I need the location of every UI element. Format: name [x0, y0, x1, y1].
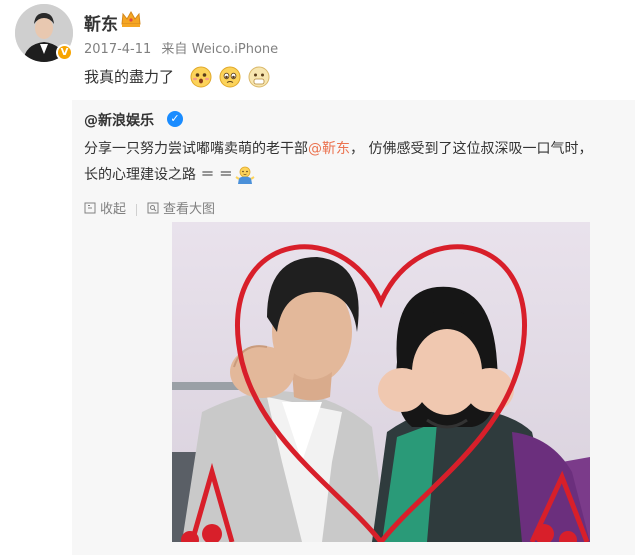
author-name[interactable]: 靳东: [84, 10, 118, 35]
verified-blue-icon: ✓: [167, 111, 183, 127]
repost-text-line2-text: 长的心理建设之路 ＝ ＝: [84, 167, 233, 183]
collapse-label: 收起: [100, 202, 127, 217]
action-divider: [136, 204, 138, 216]
repost-author-name[interactable]: @新浪娱乐: [84, 110, 154, 130]
collapse-button[interactable]: 收起: [84, 198, 126, 217]
shrug-emoji-icon: [235, 166, 255, 184]
view-large-label: 查看大图: [163, 202, 216, 217]
verified-badge-icon: V: [56, 44, 73, 61]
post-photo[interactable]: [172, 222, 590, 542]
repost-text-part1: 分享一只努力尝试嘟嘴卖萌的老干部: [84, 141, 308, 157]
repost-text-part2: ， 仿佛感受到了这位叔深吸一口气时，: [350, 141, 593, 157]
mention-link[interactable]: @靳东: [308, 141, 350, 157]
cry-face-emoji-icon: [219, 66, 241, 88]
repost-actions: 收起 查看大图: [84, 198, 215, 217]
photo-image: [172, 222, 590, 542]
view-large-button[interactable]: 查看大图: [147, 198, 215, 217]
crown-icon: [121, 10, 141, 27]
post-meta: 2017-4-11 来自 Weico.iPhone: [84, 38, 278, 57]
surprised-face-emoji-icon: [248, 66, 270, 88]
post-date[interactable]: 2017-4-11: [84, 42, 151, 57]
post-text: 我真的盡力了: [84, 68, 175, 86]
source-prefix: 来自: [161, 42, 188, 57]
post-source[interactable]: Weico.iPhone: [192, 42, 279, 57]
repost-text-line2: 长的心理建设之路 ＝ ＝: [84, 162, 255, 188]
collapse-icon: [84, 202, 96, 213]
shy-face-emoji-icon: [190, 66, 212, 88]
magnify-icon: [147, 202, 159, 213]
post-emojis: [190, 66, 272, 88]
repost-text: 分享一只努力尝试嘟嘴卖萌的老干部@靳东， 仿佛感受到了这位叔深吸一口气时，: [84, 136, 635, 162]
repost-box: @新浪娱乐 ✓ 分享一只努力尝试嘟嘴卖萌的老干部@靳东， 仿佛感受到了这位叔深吸…: [72, 100, 635, 555]
